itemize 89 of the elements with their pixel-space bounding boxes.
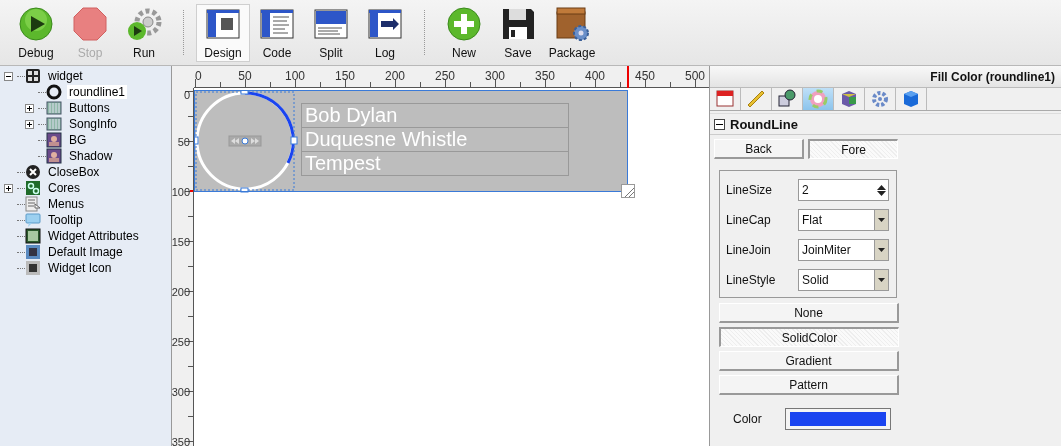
caret-icon bbox=[878, 248, 885, 252]
ruler-label: 50 bbox=[238, 69, 252, 83]
calendar-icon bbox=[714, 88, 736, 110]
stop-sign-icon bbox=[72, 5, 108, 42]
toolbar-button[interactable]: Debug bbox=[9, 3, 63, 62]
resize-grip-icon bbox=[621, 184, 635, 198]
ruler-label: 300 bbox=[171, 386, 190, 399]
fill-type-button[interactable]: Pattern bbox=[719, 375, 899, 395]
expand-toggle[interactable] bbox=[25, 103, 34, 113]
section-title: RoundLine bbox=[730, 116, 798, 132]
toolbar-button[interactable]: Run bbox=[117, 3, 171, 62]
ruler-label: 0 bbox=[195, 69, 202, 83]
expand-toggle[interactable] bbox=[25, 119, 34, 129]
dropdown[interactable]: JoinMiter bbox=[798, 239, 889, 261]
menu-icon bbox=[25, 196, 41, 212]
fill-type-button[interactable]: SolidColor bbox=[719, 327, 899, 347]
field-label: LineSize bbox=[726, 183, 774, 197]
ruler-label: 250 bbox=[435, 69, 455, 83]
gear-icon bbox=[869, 88, 891, 110]
tree-item[interactable]: roundline1 bbox=[67, 85, 128, 99]
caret-icon bbox=[878, 278, 885, 282]
expand-toggle[interactable] bbox=[4, 183, 13, 193]
tree-item[interactable]: Tooltip bbox=[46, 213, 85, 227]
ruler-label: 100 bbox=[285, 69, 305, 83]
toolbar-button[interactable]: Code bbox=[250, 3, 304, 62]
tree-item[interactable]: SongInfo bbox=[67, 117, 120, 131]
shapes-icon bbox=[776, 88, 798, 110]
ring-icon bbox=[46, 84, 62, 100]
dropdown[interactable]: Flat bbox=[798, 209, 889, 231]
tooltip-icon bbox=[25, 212, 41, 228]
color-picker[interactable] bbox=[784, 408, 891, 430]
ruler-label: 450 bbox=[635, 69, 655, 83]
ruler-label: 400 bbox=[585, 69, 605, 83]
ruler-label: 350 bbox=[535, 69, 555, 83]
expand-toggle[interactable] bbox=[4, 71, 13, 81]
toolbar-button[interactable]: Package bbox=[545, 3, 599, 62]
tree-item[interactable]: Shadow bbox=[67, 149, 115, 163]
ruler-label: 200 bbox=[171, 286, 190, 299]
plus-circle-icon bbox=[446, 5, 482, 42]
field-label: LineStyle bbox=[726, 273, 777, 287]
framed-grid-icon bbox=[25, 228, 41, 244]
tree-item[interactable]: BG bbox=[67, 133, 89, 147]
tree-item[interactable]: widget bbox=[46, 69, 85, 83]
ruler-label: 200 bbox=[385, 69, 405, 83]
dropdown[interactable]: Solid bbox=[798, 269, 889, 291]
ruler-label: 150 bbox=[335, 69, 355, 83]
tree-item[interactable]: Cores bbox=[46, 181, 82, 195]
tree-item[interactable]: Default Image bbox=[46, 245, 125, 259]
spin-up-icon bbox=[877, 184, 886, 190]
toolbar-button[interactable]: Split bbox=[304, 3, 358, 62]
group-icon bbox=[46, 100, 62, 116]
number-field[interactable]: 2 bbox=[798, 179, 889, 201]
field-label: LineJoin bbox=[726, 243, 772, 257]
toolbar-button[interactable]: Save bbox=[491, 3, 545, 62]
spin-down-icon bbox=[877, 190, 886, 196]
ruler-label: 250 bbox=[171, 336, 190, 349]
close-icon bbox=[25, 164, 41, 180]
ruler-label: 0 bbox=[183, 89, 190, 101]
grid-icon bbox=[25, 68, 41, 84]
chip-icon bbox=[25, 260, 41, 276]
toolbar-button[interactable]: New bbox=[437, 3, 491, 62]
tree-item[interactable]: Buttons bbox=[67, 101, 112, 115]
ruler-label: 150 bbox=[171, 236, 190, 249]
field-label: LineCap bbox=[726, 213, 772, 227]
tree-item[interactable]: Menus bbox=[46, 197, 87, 211]
group-icon bbox=[46, 116, 62, 132]
framed-square-icon bbox=[25, 244, 41, 260]
ruler-label: 500 bbox=[685, 69, 705, 83]
toolbar-button[interactable]: Log bbox=[358, 3, 412, 62]
tree-item[interactable]: CloseBox bbox=[46, 165, 102, 179]
side-button[interactable]: Fore bbox=[808, 139, 898, 159]
side-button[interactable]: Back bbox=[714, 139, 804, 159]
color-wheel-icon bbox=[807, 88, 829, 110]
ruler-label: 350 bbox=[171, 436, 190, 446]
caret-icon bbox=[878, 218, 885, 222]
play-icon bbox=[18, 5, 54, 42]
tree-item[interactable]: Widget Attributes bbox=[46, 229, 141, 243]
panel-title: Fill Color (roundline1) bbox=[930, 69, 1055, 84]
field-label: Color bbox=[733, 412, 762, 426]
fill-type-button[interactable]: None bbox=[719, 303, 899, 323]
box-gear-icon bbox=[554, 5, 590, 42]
ruler-label: 50 bbox=[177, 136, 190, 149]
tree-item[interactable]: Widget Icon bbox=[46, 261, 114, 275]
ruler-label: 100 bbox=[171, 186, 190, 199]
gears-icon bbox=[25, 180, 41, 196]
collapse-toggle[interactable] bbox=[714, 118, 725, 130]
ruler-label: 300 bbox=[485, 69, 505, 83]
fill-type-button[interactable]: Gradient bbox=[719, 351, 899, 371]
toolbar-button[interactable]: Design bbox=[196, 3, 250, 62]
